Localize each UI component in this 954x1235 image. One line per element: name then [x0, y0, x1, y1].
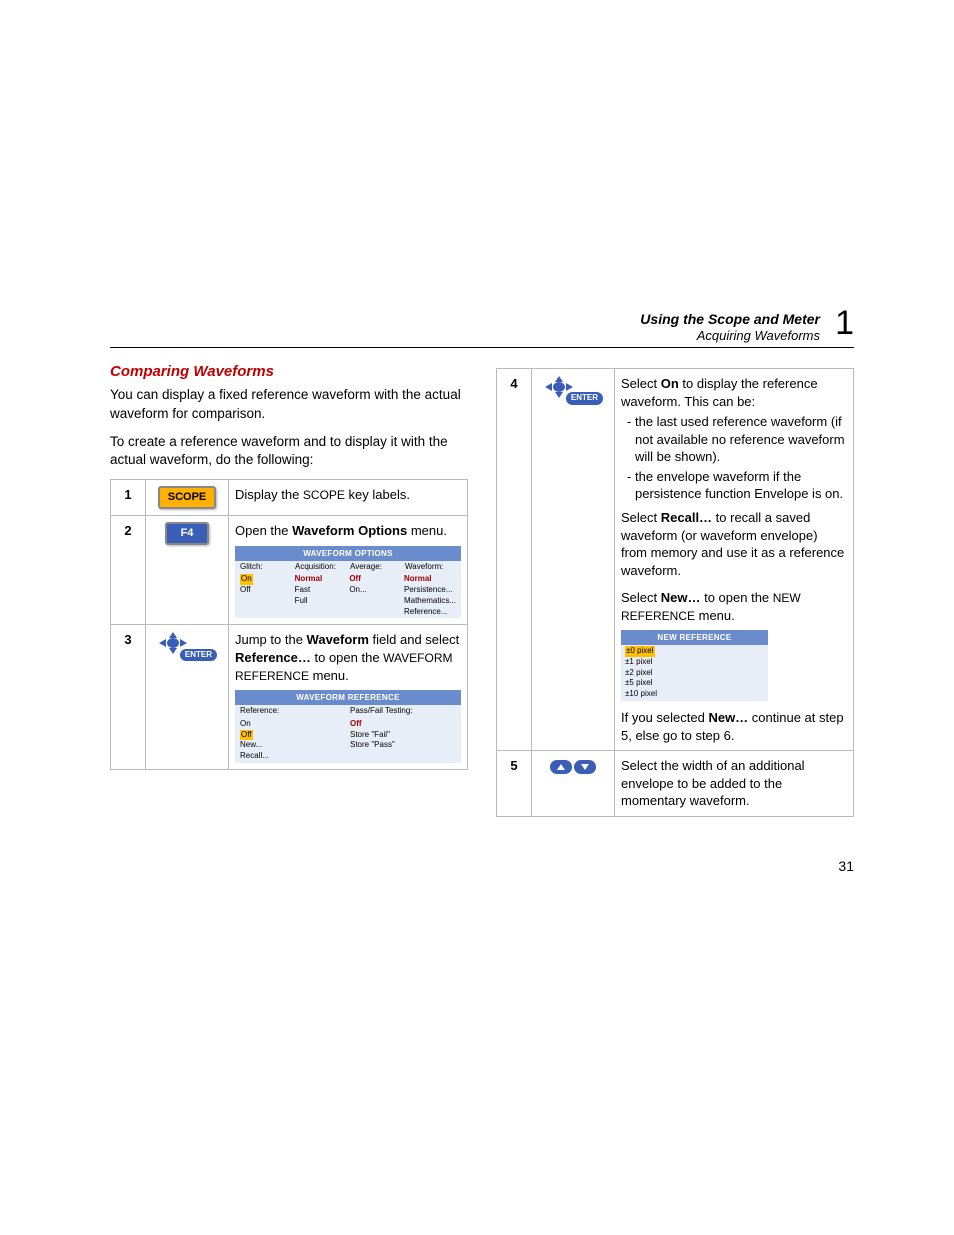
page-header: Using the Scope and Meter Acquiring Wave…	[110, 310, 854, 348]
intro-paragraph-2: To create a reference waveform and to di…	[110, 433, 468, 469]
header-subtitle: Acquiring Waveforms	[110, 328, 854, 343]
chapter-number: 1	[835, 304, 854, 343]
step-number: 3	[111, 625, 146, 769]
step-number: 2	[111, 516, 146, 625]
step-row-2: 2 F4 Open the Waveform Options menu. WAV…	[111, 516, 468, 625]
step-text: Open the Waveform Options menu. WAVEFORM…	[229, 516, 468, 625]
step-row-4: 4 E	[497, 369, 854, 751]
step-row-1: 1 SCOPE Display the SCOPE key labels.	[111, 480, 468, 516]
step-text: Select On to display the reference wavef…	[615, 369, 854, 751]
steps-table-left: 1 SCOPE Display the SCOPE key labels. 2 …	[110, 479, 468, 770]
step-text: Jump to the Waveform field and select Re…	[229, 625, 468, 769]
step-number: 4	[497, 369, 532, 751]
waveform-options-menu: WAVEFORM OPTIONS Glitch: Acquisition: Av…	[235, 546, 461, 619]
up-down-arrow-icon	[550, 760, 596, 774]
waveform-reference-menu: WAVEFORM REFERENCE Reference: Pass/Fail …	[235, 690, 461, 763]
step-number: 5	[497, 751, 532, 817]
enter-dpad-icon: ENTER	[157, 631, 217, 661]
intro-paragraph-1: You can display a fixed reference wavefo…	[110, 386, 468, 422]
f4-button-icon: F4	[165, 522, 210, 545]
page-number: 31	[838, 858, 854, 874]
new-reference-menu: NEW REFERENCE ±0 pixel ±1 pixel ±2 pixel…	[621, 630, 768, 701]
header-title: Using the Scope and Meter	[110, 310, 854, 328]
right-column: 4 E	[496, 362, 854, 817]
step-row-5: 5 Select the width of an additional enve…	[497, 751, 854, 817]
step-row-3: 3 E	[111, 625, 468, 769]
step-number: 1	[111, 480, 146, 516]
scope-button-icon: SCOPE	[158, 486, 217, 509]
step-text: Select the width of an additional envelo…	[615, 751, 854, 817]
step-text: Display the SCOPE key labels.	[229, 480, 468, 516]
steps-table-right: 4 E	[496, 368, 854, 817]
left-column: Comparing Waveforms You can display a fi…	[110, 362, 468, 817]
section-title: Comparing Waveforms	[110, 362, 468, 382]
enter-dpad-icon: ENTER	[543, 375, 603, 405]
